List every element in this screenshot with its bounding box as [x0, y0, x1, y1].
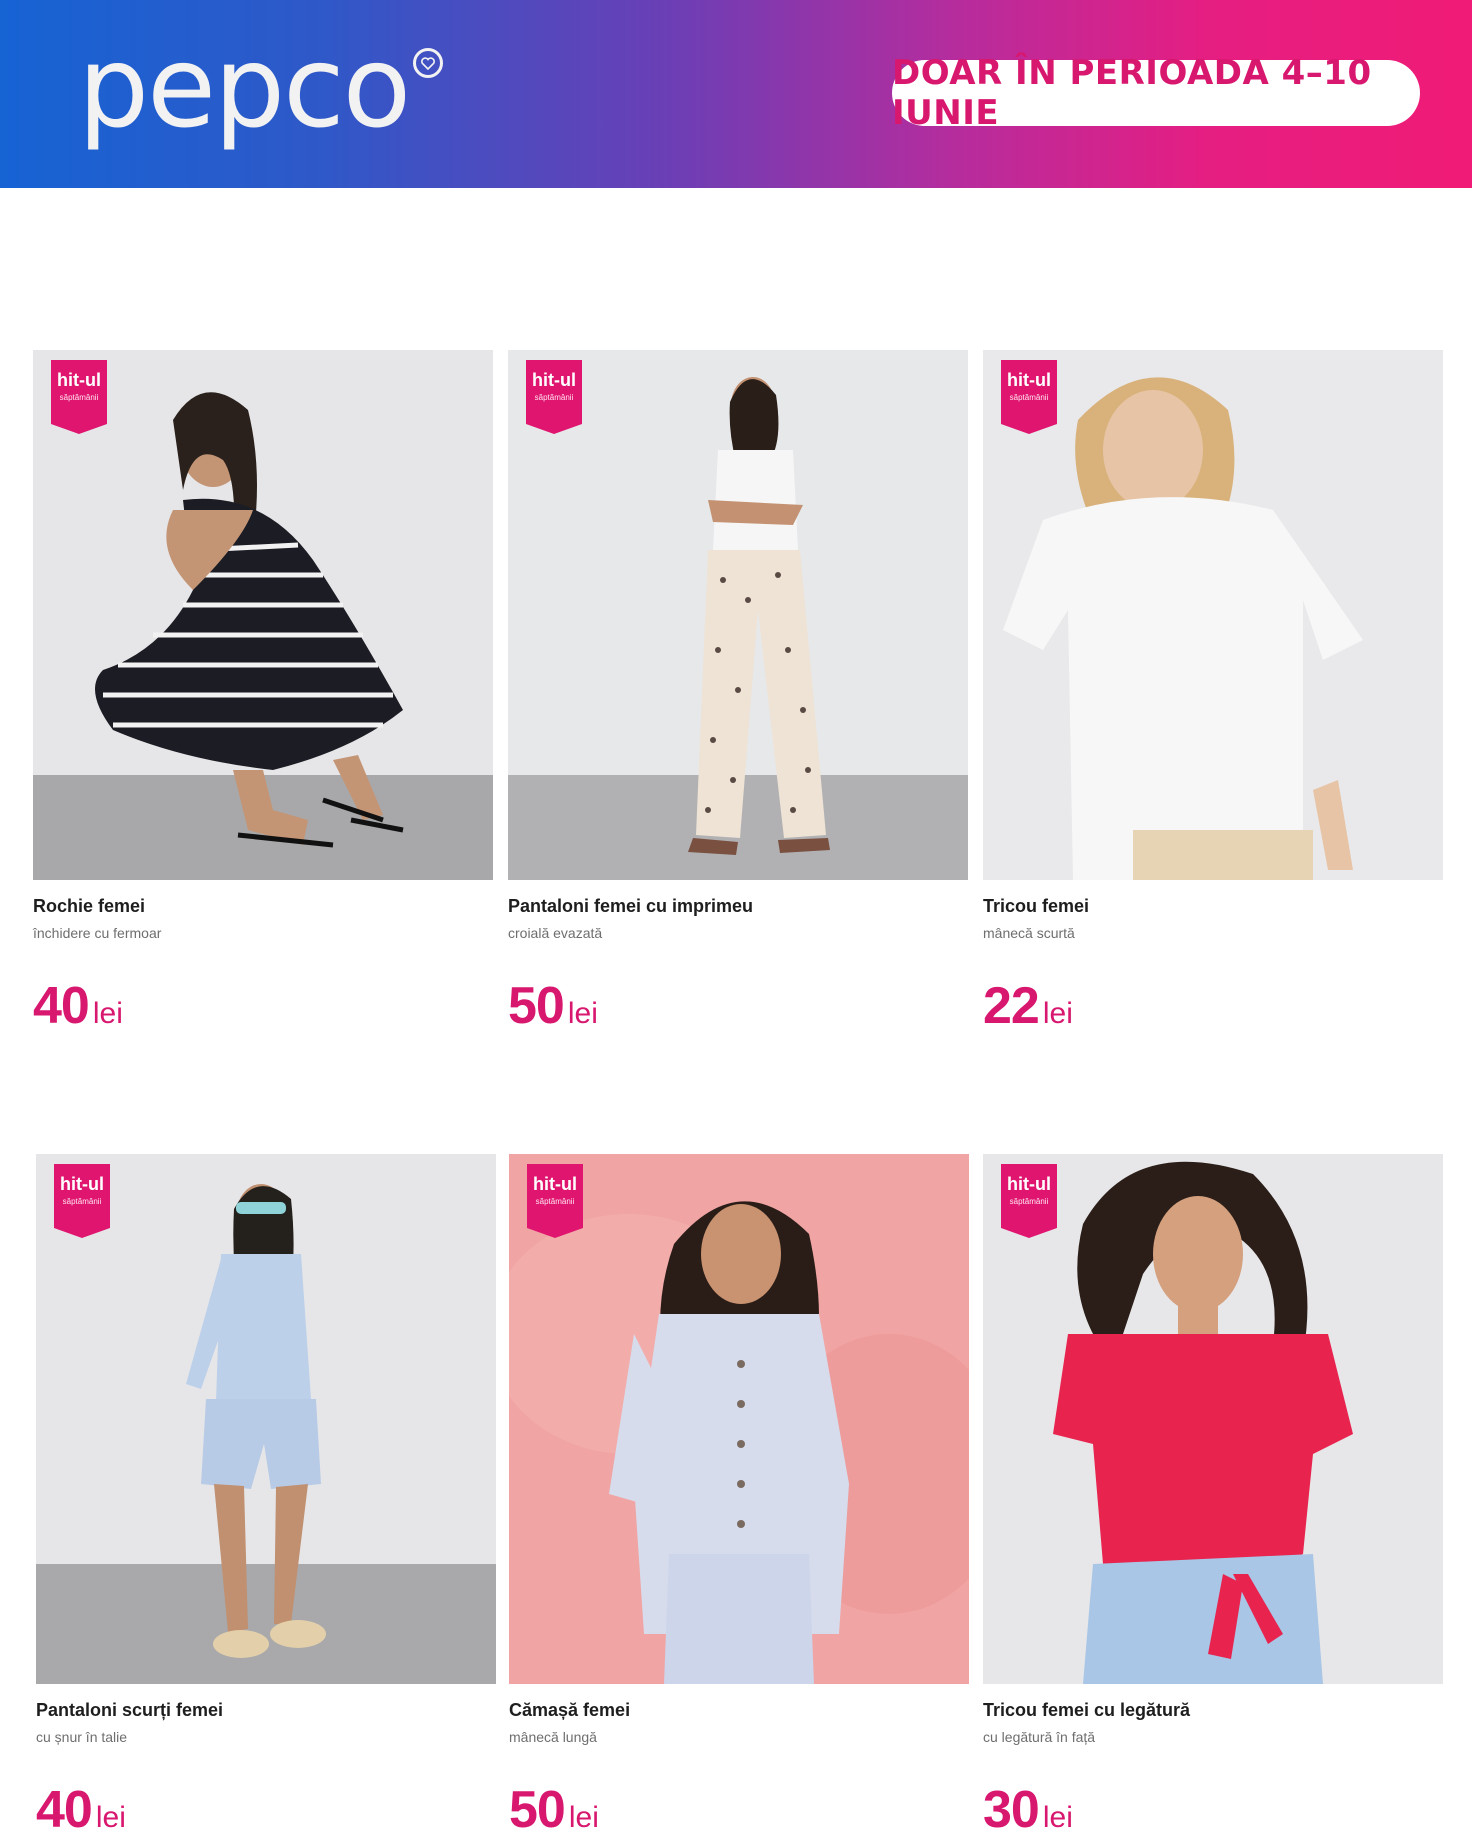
product-price: 50 lei	[509, 1781, 599, 1839]
heart-icon	[413, 48, 444, 78]
product-subtitle: cu șnur în talie	[36, 1729, 128, 1745]
hit-badge: hit-ul săptămânii	[54, 1164, 110, 1240]
product-title[interactable]: Tricou femei	[983, 896, 1089, 917]
product-subtitle: mânecă scurtă	[983, 925, 1075, 941]
hit-badge: hit-ul săptămânii	[526, 360, 582, 436]
pepco-logo[interactable]: pepco	[78, 18, 444, 158]
product-subtitle: cu legătură în față	[983, 1729, 1096, 1745]
brand-name: pepco	[78, 23, 411, 153]
product-subtitle: închidere cu fermoar	[33, 925, 162, 941]
product-price: 40 lei	[33, 977, 123, 1035]
product-subtitle: mânecă lungă	[509, 1729, 597, 1745]
product-card[interactable]: hit-ul săptămânii Tricou femei cu legătu…	[983, 1154, 1443, 1836]
product-title[interactable]: Tricou femei cu legătură	[983, 1700, 1190, 1721]
hit-badge: hit-ul săptămânii	[527, 1164, 583, 1240]
product-photo[interactable]: hit-ul săptămânii	[983, 350, 1443, 880]
product-subtitle: croială evazată	[508, 925, 603, 941]
product-price: 30 lei	[983, 1781, 1073, 1839]
promo-period-pill: DOAR ÎN PERIOADA 4–10 IUNIE	[892, 53, 1420, 133]
product-title[interactable]: Rochie femei	[33, 896, 145, 917]
product-card[interactable]: hit-ul săptămânii Rochie femei închidere…	[33, 350, 493, 1032]
product-card[interactable]: hit-ul săptămânii Cămașă femei mânecă lu…	[509, 1154, 969, 1836]
header-banner: pepco DOAR ÎN PERIOADA 4–10 IUNIE	[0, 0, 1472, 188]
product-photo[interactable]: hit-ul săptămânii	[508, 350, 968, 880]
product-photo[interactable]: hit-ul săptămânii	[983, 1154, 1443, 1684]
hit-badge: hit-ul săptămânii	[1001, 360, 1057, 436]
product-photo[interactable]: hit-ul săptămânii	[36, 1154, 496, 1684]
product-title[interactable]: Pantaloni femei cu imprimeu	[508, 896, 753, 917]
product-card[interactable]: hit-ul săptămânii Pantaloni femei cu imp…	[508, 350, 968, 1032]
product-title[interactable]: Pantaloni scurți femei	[36, 1700, 223, 1721]
product-card[interactable]: hit-ul săptămânii Tricou femei mânecă sc…	[983, 350, 1443, 1032]
product-card[interactable]: hit-ul săptămânii Pantaloni scurți femei…	[36, 1154, 496, 1836]
product-photo[interactable]: hit-ul săptămânii	[33, 350, 493, 880]
product-photo[interactable]: hit-ul săptămânii	[509, 1154, 969, 1684]
product-price: 40 lei	[36, 1781, 126, 1839]
hit-badge: hit-ul săptămânii	[1001, 1164, 1057, 1240]
product-title[interactable]: Cămașă femei	[509, 1700, 630, 1721]
product-price: 22 lei	[983, 977, 1073, 1035]
hit-badge: hit-ul săptămânii	[51, 360, 107, 436]
product-price: 50 lei	[508, 977, 598, 1035]
